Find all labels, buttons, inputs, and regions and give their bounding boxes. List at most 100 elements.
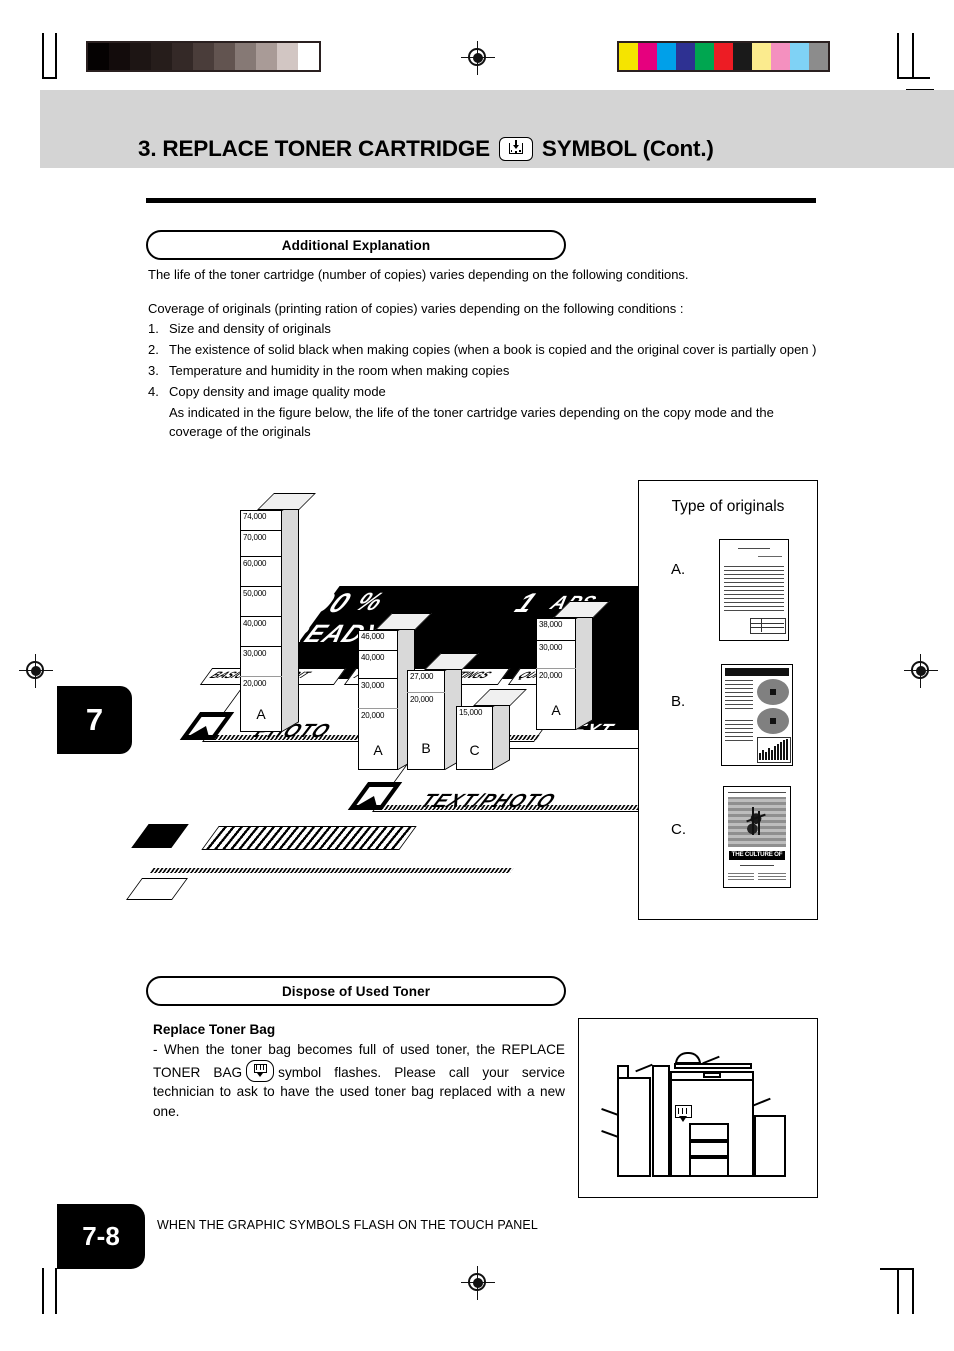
additional-explanation-heading-label: Additional Explanation (281, 237, 431, 253)
crop-mark-bl-v2 (55, 1268, 57, 1314)
tray-edge-dashes-3 (150, 868, 514, 873)
intro-paragraph: The life of the toner cartridge (number … (148, 267, 689, 282)
page-title-suffix: SYMBOL (Cont.) (541, 136, 714, 161)
toner-cartridge-icon (498, 137, 533, 161)
list-item-text: Temperature and humidity in the room whe… (169, 363, 510, 378)
callout-line-5 (753, 1097, 771, 1107)
color-swatch (695, 43, 714, 70)
gray-swatch (298, 43, 319, 70)
list-item-number: 3. (148, 363, 159, 378)
page-number-tab: 7-8 (57, 1204, 145, 1269)
bar-value-74000: 74,000 (243, 511, 267, 521)
gray-swatch (277, 43, 298, 70)
type-label-b: B. (671, 693, 686, 710)
gray-swatch (172, 43, 193, 70)
registration-target-left (19, 654, 53, 688)
types-panel-title: Type of originals (671, 498, 785, 515)
copier-paper-drawer-3 (689, 1157, 729, 1177)
color-swatch (752, 43, 771, 70)
crop-mark-tr-h (898, 77, 930, 79)
bar-value-40000b: 40,000 (361, 652, 385, 662)
crop-mark-bl-v (42, 1268, 44, 1314)
color-swatch (676, 43, 695, 70)
list-item-text: The existence of solid black when making… (169, 342, 817, 357)
list-item-text: Copy density and image quality mode (169, 384, 386, 399)
copier-control-panel (703, 1072, 721, 1078)
original-thumbnail-c: THE CULTURE OF JAPAN (723, 786, 791, 888)
chapter-tab: 7 (57, 686, 132, 754)
crop-mark-tl-v2 (55, 33, 57, 79)
list-item: 1. Size and density of originals (148, 319, 824, 338)
bar-photo-a-side (282, 500, 299, 732)
crop-mark-tl-h (42, 77, 56, 79)
title-divider (146, 198, 816, 203)
copier-feeder-tray (675, 1052, 701, 1064)
bar-value-40000: 40,000 (243, 618, 267, 628)
gray-swatch (88, 43, 109, 70)
bar-value-30000b: 30,000 (361, 680, 385, 690)
copier-side-tray (754, 1115, 786, 1177)
color-swatch (771, 43, 790, 70)
list-item-number: 2. (148, 342, 159, 357)
color-swatch (657, 43, 676, 70)
chapter-tab-number: 7 (85, 702, 104, 737)
color-calibration-bar (617, 41, 830, 72)
bar-textphoto-c-label: C (469, 742, 480, 758)
crop-mark-tr-v2 (912, 33, 914, 79)
gray-swatch (130, 43, 151, 70)
bar-value-15000: 15,000 (459, 707, 483, 717)
bar-value-30000: 30,000 (243, 648, 267, 658)
color-swatch (638, 43, 657, 70)
bar-value-30000c: 30,000 (539, 642, 563, 652)
bar-value-20000: 20,000 (243, 678, 267, 688)
replace-toner-bag-subheading: Replace Toner Bag (153, 1022, 276, 1037)
list-item-4-note: As indicated in the figure below, the li… (169, 405, 774, 439)
mode-label-textphoto: TEXT/PHOTO (416, 791, 560, 812)
color-swatch (714, 43, 733, 70)
bar-value-20000b: 20,000 (361, 710, 385, 720)
bar-photo-a-top (257, 493, 316, 510)
bar-value-20000c: 20,000 (410, 694, 434, 704)
coverage-lead-paragraph: Coverage of originals (printing ration o… (148, 301, 684, 316)
page-title-main: 3. REPLACE TONER CARTRIDGE (138, 136, 490, 161)
bar-textphoto-c: 15,000 C (456, 689, 527, 770)
bar-textphoto-a: 46,000 40,000 30,000 20,000 A (358, 613, 432, 770)
gray-swatch (151, 43, 172, 70)
types-of-originals-panel: Type of originals A. B. C. THE CULTURE O… (638, 480, 818, 920)
copier-paper-drawer-2 (689, 1141, 729, 1157)
color-swatch (733, 43, 752, 70)
color-swatch (619, 43, 638, 70)
gray-swatch (214, 43, 235, 70)
copier-finisher-body (617, 1077, 651, 1177)
bar-value-50000: 50,000 (243, 588, 267, 598)
additional-explanation-heading: Additional Explanation (146, 230, 566, 260)
copier-finisher-top (617, 1065, 629, 1079)
registration-target-top (461, 41, 495, 75)
crop-mark-br-v (897, 1268, 899, 1314)
bar-value-27000: 27,000 (410, 671, 434, 681)
color-swatch (790, 43, 809, 70)
copier-toner-bag-arrow (679, 1116, 687, 1122)
list-item: 3. Temperature and humidity in the room … (148, 361, 824, 380)
toner-bag-icon (246, 1059, 275, 1082)
bar-textphoto-a-label: A (373, 742, 383, 758)
bar-photo-a-label: A (256, 706, 266, 722)
type-label-c: C. (671, 821, 686, 838)
type-label-a: A. (671, 561, 686, 578)
copier-bridge-unit (652, 1065, 670, 1177)
gray-swatch (109, 43, 130, 70)
page-title: 3. REPLACE TONER CARTRIDGE SYMBOL (Cont.… (138, 129, 858, 169)
crop-mark-br-v2 (912, 1268, 914, 1314)
bar-textphoto-b-label: B (421, 740, 431, 756)
registration-target-right (904, 654, 938, 688)
registration-target-bottom (461, 1266, 495, 1300)
conditions-list: 1. Size and density of originals 2. The … (148, 319, 824, 441)
copier-illustration (578, 1018, 818, 1198)
bar-value-20000d: 20,000 (539, 670, 563, 680)
copier-paper-drawer-1 (689, 1123, 729, 1141)
list-item: 4. Copy density and image quality mode (148, 382, 824, 401)
grayscale-calibration-bar (86, 41, 321, 72)
gray-swatch (193, 43, 214, 70)
footer-running-head: WHEN THE GRAPHIC SYMBOLS FLASH ON THE TO… (157, 1218, 538, 1232)
bar-value-46000: 46,000 (361, 631, 385, 641)
